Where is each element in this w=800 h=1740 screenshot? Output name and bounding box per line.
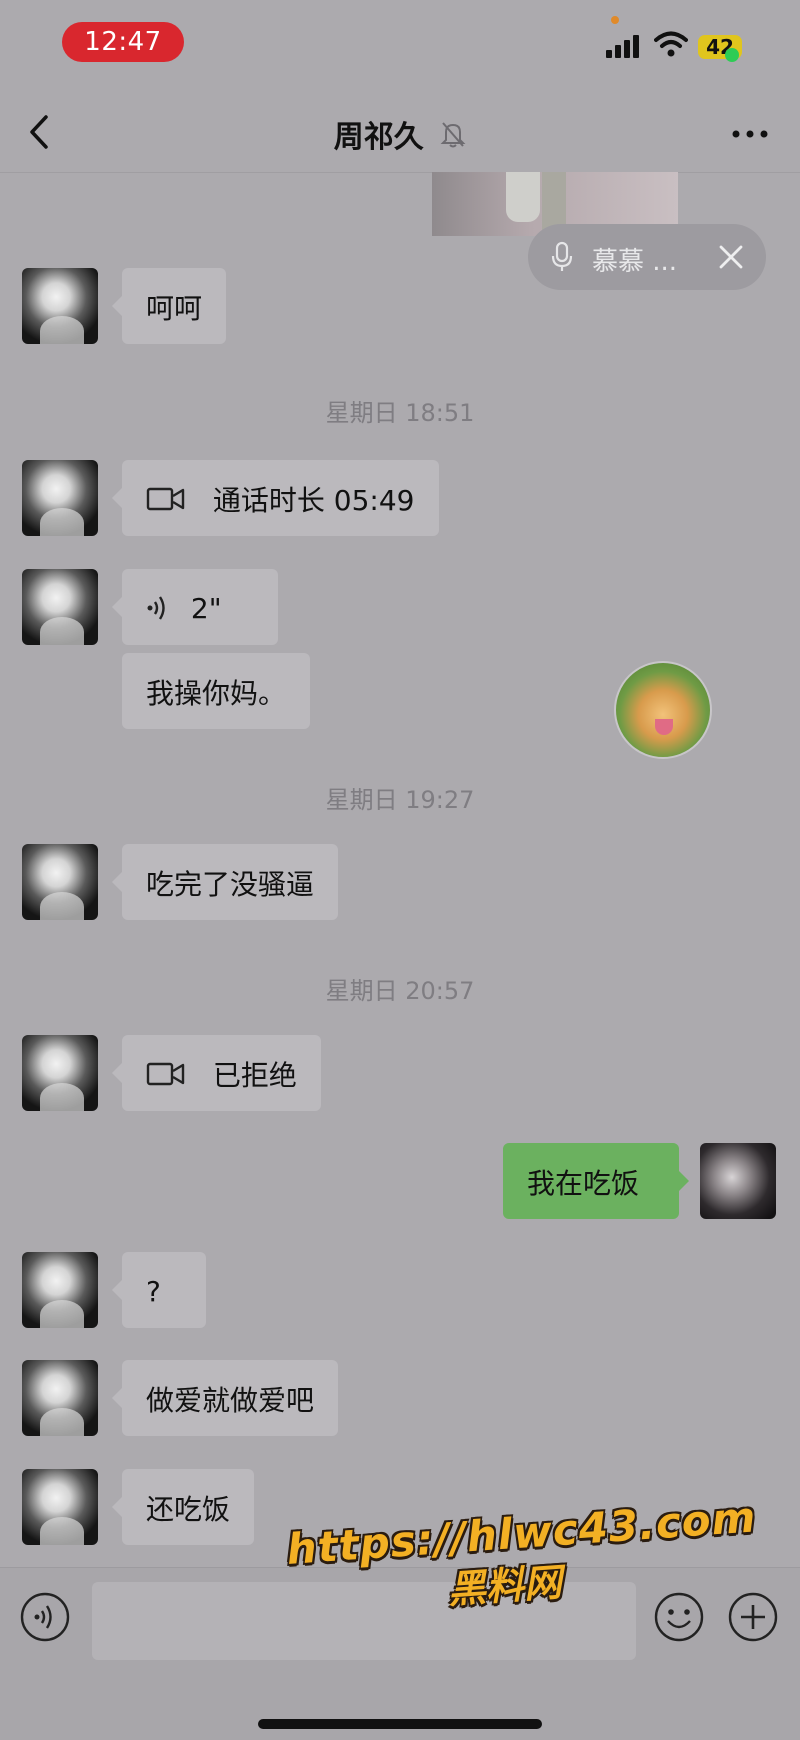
video-call-record-bubble[interactable]: 通话时长 05:49 xyxy=(112,460,439,536)
contact-name: 周祁久 xyxy=(333,120,424,155)
message-bubble[interactable]: 做爱就做爱吧 xyxy=(111,1360,339,1436)
plus-icon[interactable] xyxy=(728,1592,778,1642)
timestamp: 星期日 18:51 xyxy=(325,399,475,427)
message-bubble[interactable]: 呵呵 xyxy=(111,268,227,344)
my-message-bubble[interactable]: 我在吃饭 xyxy=(503,1143,689,1219)
floating-dog-avatar[interactable] xyxy=(614,661,712,759)
status-bar: 12:47 42 xyxy=(0,0,800,90)
message-bubble[interactable]: ? xyxy=(112,1252,206,1328)
emoji-icon[interactable] xyxy=(654,1592,704,1642)
video-call-record-bubble[interactable]: 已拒绝 xyxy=(112,1035,321,1111)
more-options-icon[interactable] xyxy=(730,128,770,140)
camera-indicator-icon xyxy=(611,16,619,24)
call-status-text: 已拒绝 xyxy=(212,1059,297,1092)
floating-voice-call[interactable]: 慕慕 ... xyxy=(528,224,766,290)
voice-duration: 2" xyxy=(190,591,222,625)
message-text: 做爱就做爱吧 xyxy=(146,1384,315,1417)
contact-avatar[interactable] xyxy=(22,844,98,920)
muted-bell-icon xyxy=(440,122,466,148)
wifi-icon xyxy=(654,31,688,57)
contact-avatar[interactable] xyxy=(22,1035,98,1111)
timestamp: 星期日 19:27 xyxy=(325,786,475,814)
message-text: 呵呵 xyxy=(146,292,203,325)
chat-title: 周祁久 xyxy=(0,112,800,156)
call-duration-text: 通话时长 05:49 xyxy=(212,484,415,517)
contact-avatar[interactable] xyxy=(22,1252,98,1328)
message-text: 还吃饭 xyxy=(146,1493,231,1526)
microphone-icon xyxy=(551,241,573,271)
message-bubble[interactable]: 还吃饭 xyxy=(111,1469,255,1545)
my-avatar[interactable] xyxy=(700,1143,776,1219)
video-call-icon xyxy=(146,487,185,511)
message-text: ? xyxy=(146,1274,161,1308)
close-icon[interactable] xyxy=(718,244,744,270)
voice-call-name: 慕慕 ... xyxy=(592,247,678,277)
message-text: 我操你妈。 xyxy=(146,677,287,710)
contact-avatar[interactable] xyxy=(22,268,98,344)
message-bubble[interactable]: 吃完了没骚逼 xyxy=(111,844,339,920)
voice-message-bubble[interactable]: 2" xyxy=(112,569,278,645)
mic-active-dot-icon xyxy=(725,48,739,62)
timestamp: 星期日 20:57 xyxy=(325,977,475,1005)
voice-wave-icon xyxy=(147,596,165,620)
contact-avatar[interactable] xyxy=(22,1469,98,1545)
message-text: 我在吃饭 xyxy=(527,1167,640,1200)
signal-icon xyxy=(606,34,642,58)
video-call-icon xyxy=(146,1062,185,1086)
home-indicator[interactable] xyxy=(258,1719,542,1729)
contact-avatar[interactable] xyxy=(22,460,98,536)
contact-avatar[interactable] xyxy=(22,1360,98,1436)
voice-input-icon[interactable] xyxy=(20,1592,70,1642)
contact-avatar[interactable] xyxy=(22,569,98,645)
message-text: 吃完了没骚逼 xyxy=(146,868,315,901)
message-bubble[interactable]: 我操你妈。 xyxy=(122,653,311,729)
status-time[interactable]: 12:47 xyxy=(62,22,184,62)
chat-header: 周祁久 xyxy=(0,90,800,173)
